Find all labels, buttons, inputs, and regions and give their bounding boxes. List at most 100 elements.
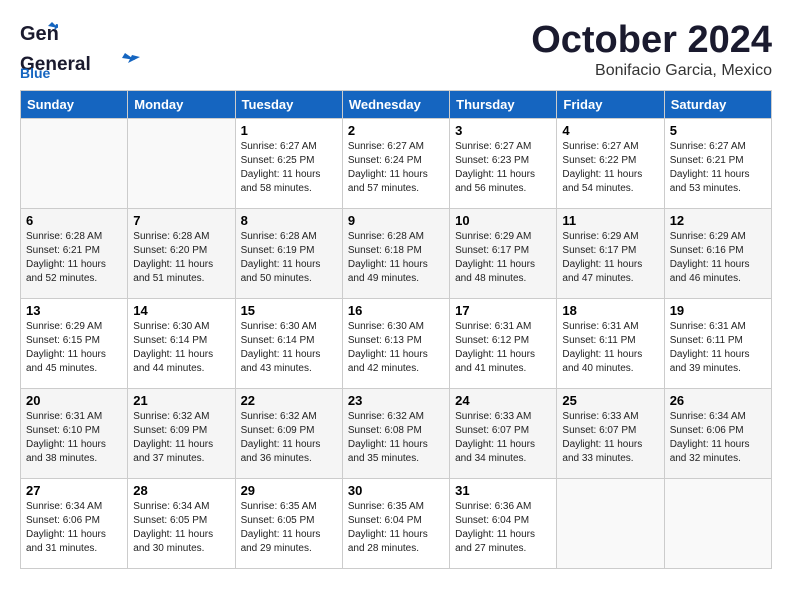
day-number: 29 <box>241 483 337 498</box>
day-info: Sunrise: 6:27 AM Sunset: 6:24 PM Dayligh… <box>348 140 444 196</box>
day-info: Sunrise: 6:30 AM Sunset: 6:14 PM Dayligh… <box>241 320 337 376</box>
day-cell: 23Sunrise: 6:32 AM Sunset: 6:08 PM Dayli… <box>342 388 449 478</box>
day-cell <box>128 118 235 208</box>
day-cell: 12 Sunrise: 6:29 AM Sunset: 6:16 PM Dayli… <box>664 208 771 298</box>
day-info: Sunrise: 6:36 AM Sunset: 6:04 PM Dayligh… <box>455 500 551 556</box>
day-number: 24 <box>455 393 551 408</box>
day-cell <box>664 478 771 568</box>
day-number: 13 <box>26 303 122 318</box>
day-info: Sunrise: 6:31 AM Sunset: 6:10 PM Dayligh… <box>26 410 122 466</box>
day-number: 1 <box>241 123 337 138</box>
week-row-3: 13 Sunrise: 6:29 AM Sunset: 6:15 PM Dayli… <box>21 298 772 388</box>
day-info: Sunrise: 6:34 AM Sunset: 6:06 PM Dayligh… <box>670 410 766 466</box>
day-cell: 27 Sunrise: 6:34 AM Sunset: 6:06 PM Dayli… <box>21 478 128 568</box>
day-info: Sunrise: 6:27 AM Sunset: 6:22 PM Dayligh… <box>562 140 658 196</box>
day-info: Sunrise: 6:28 AM Sunset: 6:18 PM Dayligh… <box>348 230 444 286</box>
day-cell <box>21 118 128 208</box>
day-number: 4 <box>562 123 658 138</box>
day-number: 27 <box>26 483 122 498</box>
logo: General General Blue <box>20 20 140 78</box>
day-cell: 26 Sunrise: 6:34 AM Sunset: 6:06 PM Dayli… <box>664 388 771 478</box>
day-info: Sunrise: 6:32 AM Sunset: 6:09 PM Dayligh… <box>241 410 337 466</box>
day-cell: 21Sunrise: 6:32 AM Sunset: 6:09 PM Dayli… <box>128 388 235 478</box>
day-number: 8 <box>241 213 337 228</box>
day-info: Sunrise: 6:31 AM Sunset: 6:11 PM Dayligh… <box>562 320 658 376</box>
day-info: Sunrise: 6:29 AM Sunset: 6:17 PM Dayligh… <box>562 230 658 286</box>
day-cell: 8Sunrise: 6:28 AM Sunset: 6:19 PM Daylig… <box>235 208 342 298</box>
week-row-1: 1 Sunrise: 6:27 AM Sunset: 6:25 PM Daylig… <box>21 118 772 208</box>
calendar-table: SundayMondayTuesdayWednesdayThursdayFrid… <box>20 90 772 569</box>
day-cell: 22 Sunrise: 6:32 AM Sunset: 6:09 PM Dayli… <box>235 388 342 478</box>
day-number: 7 <box>133 213 229 228</box>
day-number: 28 <box>133 483 229 498</box>
day-number: 26 <box>670 393 766 408</box>
day-info: Sunrise: 6:35 AM Sunset: 6:05 PM Dayligh… <box>241 500 337 556</box>
day-cell: 30 Sunrise: 6:35 AM Sunset: 6:04 PM Dayli… <box>342 478 449 568</box>
day-number: 2 <box>348 123 444 138</box>
day-cell: 10 Sunrise: 6:29 AM Sunset: 6:17 PM Dayli… <box>450 208 557 298</box>
day-info: Sunrise: 6:35 AM Sunset: 6:04 PM Dayligh… <box>348 500 444 556</box>
day-number: 30 <box>348 483 444 498</box>
day-number: 14 <box>133 303 229 318</box>
day-info: Sunrise: 6:33 AM Sunset: 6:07 PM Dayligh… <box>562 410 658 466</box>
weekday-header-saturday: Saturday <box>664 90 771 118</box>
day-info: Sunrise: 6:27 AM Sunset: 6:25 PM Dayligh… <box>241 140 337 196</box>
day-info: Sunrise: 6:32 AM Sunset: 6:09 PM Dayligh… <box>133 410 229 466</box>
day-cell: 9Sunrise: 6:28 AM Sunset: 6:18 PM Daylig… <box>342 208 449 298</box>
day-number: 25 <box>562 393 658 408</box>
svg-text:Blue: Blue <box>20 65 51 78</box>
day-info: Sunrise: 6:29 AM Sunset: 6:16 PM Dayligh… <box>670 230 766 286</box>
day-cell: 4 Sunrise: 6:27 AM Sunset: 6:22 PM Daylig… <box>557 118 664 208</box>
day-cell: 5 Sunrise: 6:27 AM Sunset: 6:21 PM Daylig… <box>664 118 771 208</box>
weekday-header-thursday: Thursday <box>450 90 557 118</box>
weekday-header-sunday: Sunday <box>21 90 128 118</box>
day-cell: 19Sunrise: 6:31 AM Sunset: 6:11 PM Dayli… <box>664 298 771 388</box>
day-cell: 16Sunrise: 6:30 AM Sunset: 6:13 PM Dayli… <box>342 298 449 388</box>
week-row-2: 6Sunrise: 6:28 AM Sunset: 6:21 PM Daylig… <box>21 208 772 298</box>
header-row: SundayMondayTuesdayWednesdayThursdayFrid… <box>21 90 772 118</box>
day-info: Sunrise: 6:29 AM Sunset: 6:17 PM Dayligh… <box>455 230 551 286</box>
day-cell: 29 Sunrise: 6:35 AM Sunset: 6:05 PM Dayli… <box>235 478 342 568</box>
weekday-header-wednesday: Wednesday <box>342 90 449 118</box>
weekday-header-friday: Friday <box>557 90 664 118</box>
day-info: Sunrise: 6:34 AM Sunset: 6:06 PM Dayligh… <box>26 500 122 556</box>
day-number: 3 <box>455 123 551 138</box>
day-info: Sunrise: 6:34 AM Sunset: 6:05 PM Dayligh… <box>133 500 229 556</box>
day-info: Sunrise: 6:33 AM Sunset: 6:07 PM Dayligh… <box>455 410 551 466</box>
day-number: 11 <box>562 213 658 228</box>
day-number: 10 <box>455 213 551 228</box>
day-cell: 25 Sunrise: 6:33 AM Sunset: 6:07 PM Dayli… <box>557 388 664 478</box>
day-info: Sunrise: 6:27 AM Sunset: 6:23 PM Dayligh… <box>455 140 551 196</box>
day-cell: 1 Sunrise: 6:27 AM Sunset: 6:25 PM Daylig… <box>235 118 342 208</box>
day-number: 18 <box>562 303 658 318</box>
day-cell: 2 Sunrise: 6:27 AM Sunset: 6:24 PM Daylig… <box>342 118 449 208</box>
day-info: Sunrise: 6:27 AM Sunset: 6:21 PM Dayligh… <box>670 140 766 196</box>
location-subtitle: Bonifacio Garcia, Mexico <box>531 62 772 80</box>
day-number: 31 <box>455 483 551 498</box>
day-cell: 18 Sunrise: 6:31 AM Sunset: 6:11 PM Dayli… <box>557 298 664 388</box>
day-info: Sunrise: 6:29 AM Sunset: 6:15 PM Dayligh… <box>26 320 122 376</box>
day-cell: 11 Sunrise: 6:29 AM Sunset: 6:17 PM Dayli… <box>557 208 664 298</box>
day-info: Sunrise: 6:31 AM Sunset: 6:11 PM Dayligh… <box>670 320 766 376</box>
day-info: Sunrise: 6:28 AM Sunset: 6:20 PM Dayligh… <box>133 230 229 286</box>
day-cell: 28 Sunrise: 6:34 AM Sunset: 6:05 PM Dayli… <box>128 478 235 568</box>
day-number: 17 <box>455 303 551 318</box>
day-number: 23 <box>348 393 444 408</box>
day-cell: 6Sunrise: 6:28 AM Sunset: 6:21 PM Daylig… <box>21 208 128 298</box>
week-row-5: 27 Sunrise: 6:34 AM Sunset: 6:06 PM Dayli… <box>21 478 772 568</box>
weekday-header-monday: Monday <box>128 90 235 118</box>
day-number: 22 <box>241 393 337 408</box>
week-row-4: 20 Sunrise: 6:31 AM Sunset: 6:10 PM Dayli… <box>21 388 772 478</box>
day-cell: 15 Sunrise: 6:30 AM Sunset: 6:14 PM Dayli… <box>235 298 342 388</box>
day-number: 20 <box>26 393 122 408</box>
day-number: 15 <box>241 303 337 318</box>
month-title: October 2024 <box>531 20 772 62</box>
logo-full: General Blue <box>20 50 140 78</box>
day-cell: 3 Sunrise: 6:27 AM Sunset: 6:23 PM Daylig… <box>450 118 557 208</box>
day-info: Sunrise: 6:31 AM Sunset: 6:12 PM Dayligh… <box>455 320 551 376</box>
day-cell: 13 Sunrise: 6:29 AM Sunset: 6:15 PM Dayli… <box>21 298 128 388</box>
day-number: 16 <box>348 303 444 318</box>
day-number: 12 <box>670 213 766 228</box>
logo-icon: General <box>20 20 58 50</box>
day-number: 5 <box>670 123 766 138</box>
